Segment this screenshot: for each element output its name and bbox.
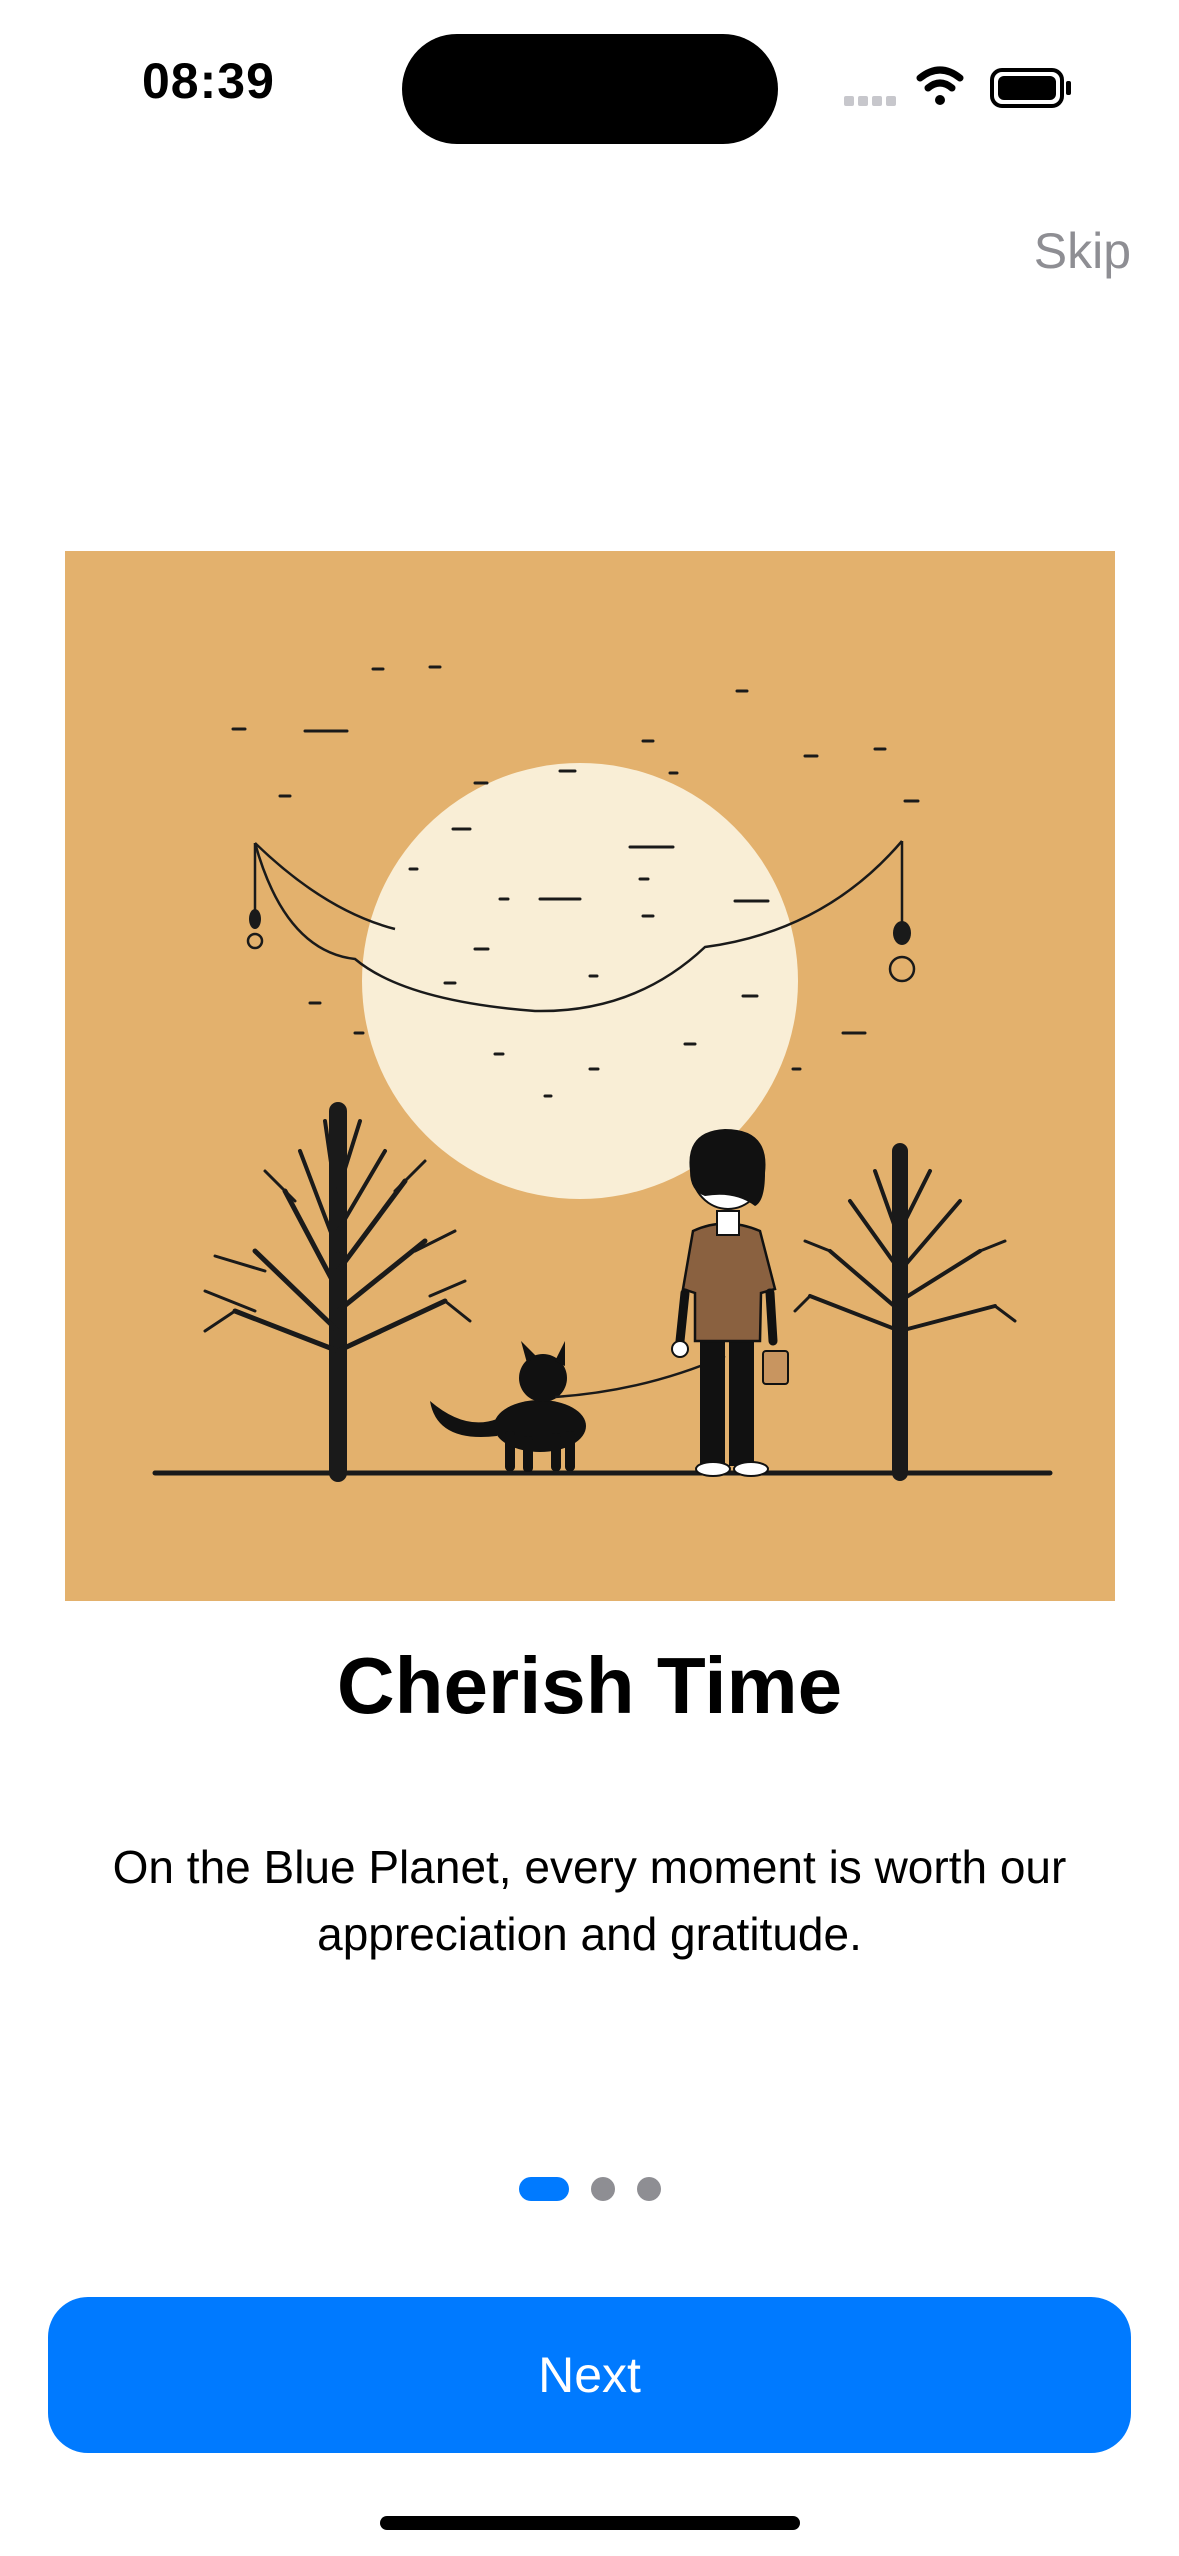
boy bbox=[671, 1129, 789, 1477]
page-dot-2[interactable] bbox=[590, 2177, 615, 2201]
boy-walking-dog-illustration bbox=[152, 665, 1053, 1482]
right-tree bbox=[793, 1143, 1017, 1481]
home-indicator[interactable] bbox=[380, 2516, 800, 2530]
wifi-icon bbox=[916, 66, 964, 105]
page-indicator[interactable] bbox=[0, 2174, 1179, 2204]
onboarding-title: Cherish Time bbox=[336, 1641, 843, 1730]
status-time: 08:39 bbox=[142, 53, 275, 109]
page-dot-1[interactable] bbox=[518, 2177, 569, 2201]
status-bar: 08:39 bbox=[0, 0, 1179, 170]
onboarding-illustration bbox=[65, 551, 1115, 1601]
status-icons bbox=[844, 66, 1071, 108]
dynamic-island bbox=[402, 34, 778, 144]
page-dot-3[interactable] bbox=[636, 2177, 661, 2201]
dog bbox=[430, 1341, 586, 1472]
skip-button[interactable]: Skip bbox=[1034, 222, 1131, 280]
cellular-signal-icon bbox=[844, 96, 896, 106]
left-tree bbox=[203, 1102, 472, 1482]
battery-icon bbox=[990, 68, 1071, 108]
next-button[interactable]: Next bbox=[48, 2297, 1131, 2453]
leash bbox=[554, 1354, 726, 1399]
onboarding-description: On the Blue Planet, every moment is wort… bbox=[112, 1841, 1067, 1960]
